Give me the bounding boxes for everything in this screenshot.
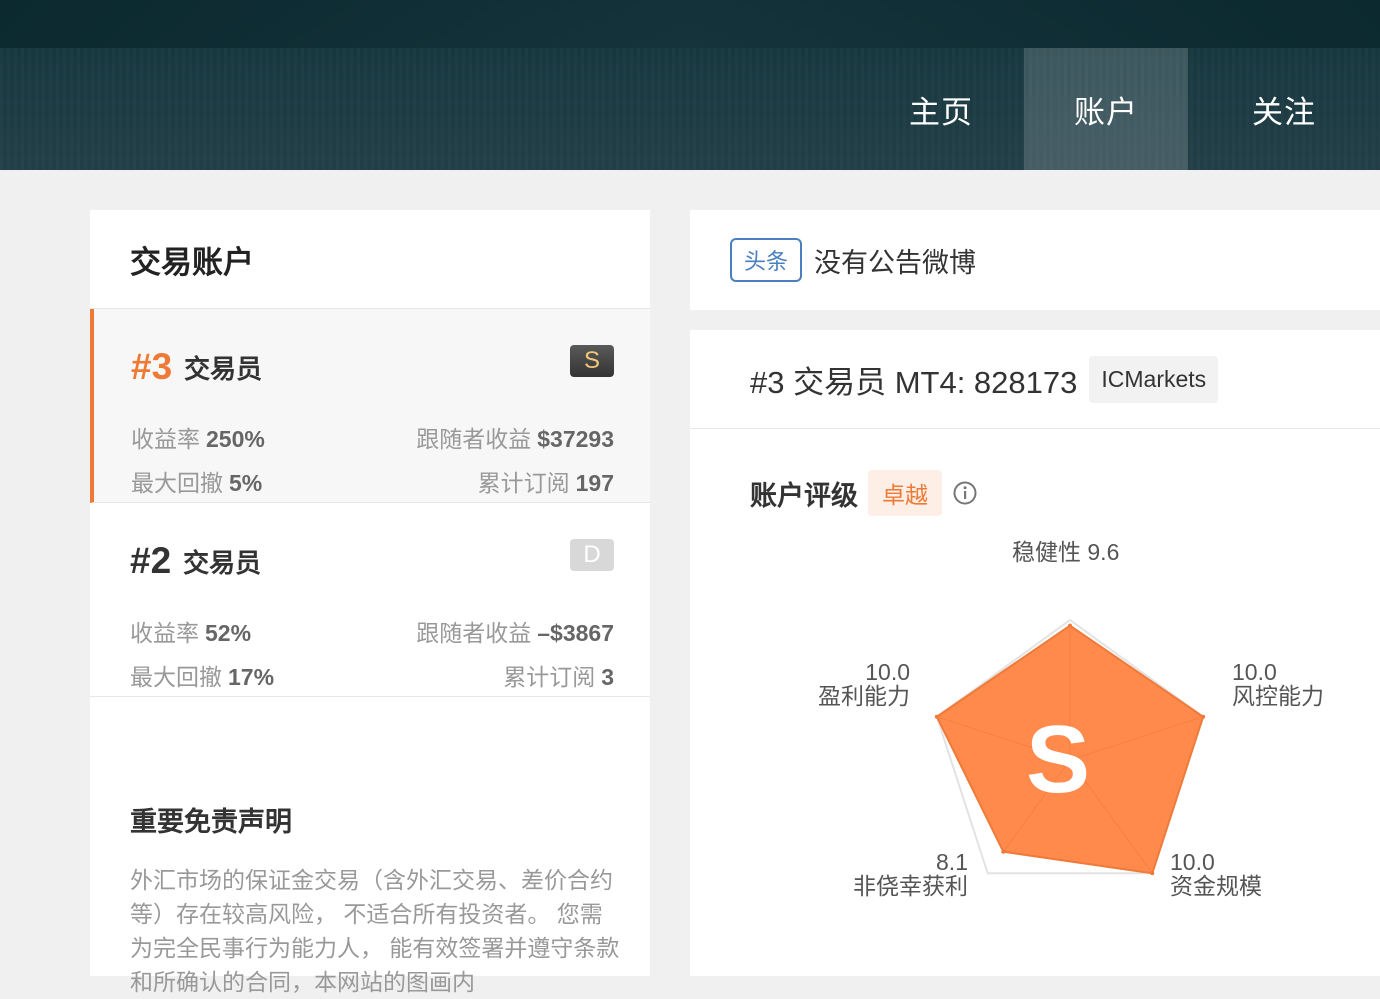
grade-badge: D — [570, 539, 614, 571]
panel-title: 交易账户 — [90, 210, 650, 309]
disclaimer: 重要免责声明 外汇市场的保证金交易（含外汇交易、差价合约等）存在较高风险， 不适… — [130, 800, 620, 999]
rating-level-badge: 卓越 — [868, 470, 942, 516]
account-title: #3 交易员 MT4: 828173 — [750, 364, 1078, 400]
headline-tag: 头条 — [730, 238, 803, 282]
radar-axis-value: 8.1 — [936, 849, 968, 875]
disclaimer-title: 重要免责声明 — [130, 807, 292, 837]
rating-label: 账户评级 — [750, 480, 858, 511]
subscriptions-stat: 累计订阅 197 — [477, 470, 614, 496]
drawdown-stat: 最大回撤 5% — [131, 470, 263, 496]
main-nav: 主页 账户 关注 — [858, 48, 1380, 170]
trader-rank: #2 — [130, 540, 172, 581]
radar-axis-value: 10.0 — [1232, 659, 1277, 685]
radar-point — [1001, 849, 1006, 854]
follower-return-stat: 跟随者收益 –$3867 — [416, 620, 614, 646]
radar-axis-value: 10.0 — [865, 659, 910, 685]
account-card: #3 交易员 MT4: 828173 ICMarkets 账户评级 卓越 S 稳… — [690, 330, 1380, 976]
grade-badge: S — [570, 345, 614, 377]
radar-grade-letter: S — [1026, 706, 1090, 813]
radar-axis-label: 10.0 风控能力 — [1232, 660, 1324, 708]
trader-rank: #3 — [131, 346, 173, 387]
follower-return-stat: 跟随者收益 $37293 — [416, 426, 614, 452]
top-header: 主页 账户 关注 — [0, 0, 1380, 170]
trader-card-3[interactable]: #3 交易员 S 收益率 250% 跟随者收益 $37293 最大回撤 5% 累计订阅… — [90, 309, 650, 503]
trader-name: 交易员 — [184, 353, 263, 384]
radar-point — [1201, 714, 1206, 719]
drawdown-stat: 最大回撤 17% — [130, 664, 275, 690]
trader-name: 交易员 — [183, 547, 262, 578]
radar-point — [934, 714, 939, 719]
return-stat: 收益率 250% — [131, 426, 265, 452]
nav-item-home[interactable]: 主页 — [858, 48, 1024, 170]
radar-axis-label: 8.1 非侥幸获利 — [848, 850, 968, 898]
radar-axis-name: 风控能力 — [1232, 683, 1324, 709]
radar-axis-label: 10.0 盈利能力 — [800, 660, 910, 708]
trading-accounts-panel: 交易账户 #3 交易员 S 收益率 250% 跟随者收益 $37293 最大回撤 5%… — [90, 210, 650, 995]
nav-item-follow[interactable]: 关注 — [1188, 48, 1380, 170]
return-stat: 收益率 52% — [130, 620, 252, 646]
radar-axis-label: 稳健性 9.6 — [1012, 539, 1120, 565]
radar-point — [1068, 623, 1072, 628]
subscriptions-stat: 累计订阅 3 — [503, 664, 614, 690]
radar-point — [1150, 871, 1155, 876]
radar-axis-name: 资金规模 — [1170, 873, 1262, 899]
info-icon[interactable] — [952, 480, 978, 506]
nav-item-account[interactable]: 账户 — [1024, 48, 1188, 170]
radar-axis-name: 非侥幸获利 — [853, 873, 968, 899]
radar-chart: S — [934, 618, 1206, 876]
broker-badge: ICMarkets — [1089, 355, 1219, 403]
radar-axis-name: 盈利能力 — [818, 683, 910, 709]
disclaimer-text: 外汇市场的保证金交易（含外汇交易、差价合约等）存在较高风险， 不适合所有投资者。… — [130, 867, 620, 995]
headline-notice: 头条 没有公告微博 — [690, 210, 1380, 310]
trader-card-2[interactable]: #2 交易员 D 收益率 52% 跟随者收益 –$3867 最大回撤 17% 累计订阅… — [90, 503, 650, 697]
radar-axis-value: 10.0 — [1170, 849, 1215, 875]
radar-axis-label: 10.0 资金规模 — [1170, 850, 1262, 898]
notice-text: 没有公告微博 — [814, 247, 977, 278]
